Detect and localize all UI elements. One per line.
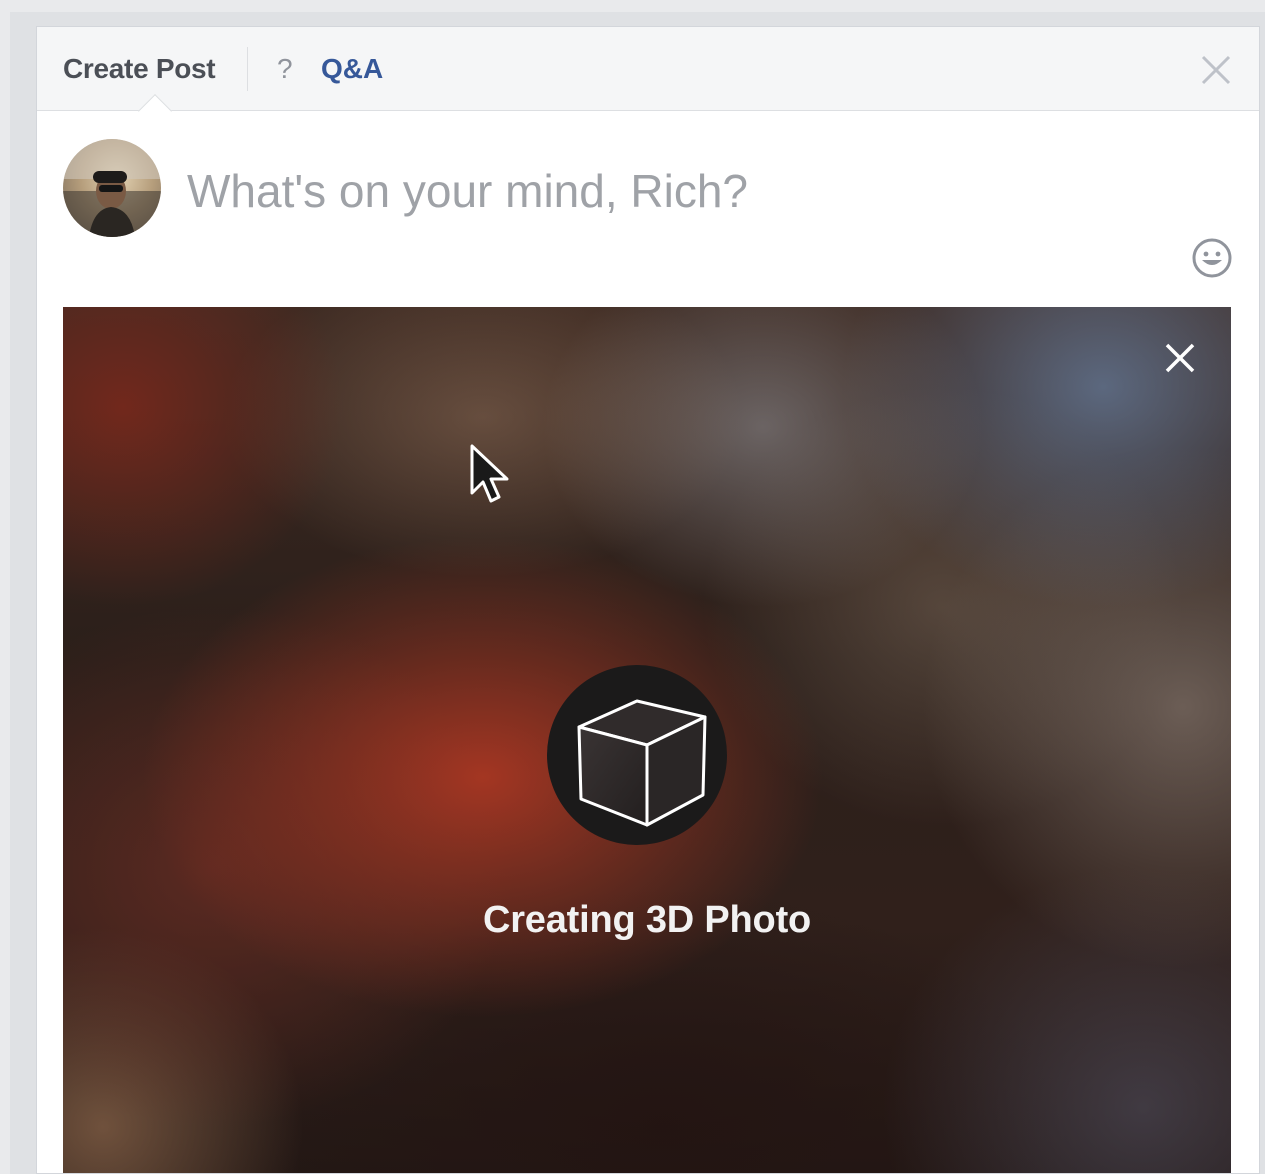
mouse-cursor-icon: [469, 443, 511, 509]
photo-preview: Creating 3D Photo: [63, 307, 1231, 1173]
emoji-button[interactable]: [1191, 237, 1233, 279]
avatar[interactable]: [63, 139, 161, 237]
question-icon: ?: [277, 53, 293, 84]
composer-input[interactable]: [187, 161, 1087, 221]
tab-divider: [247, 47, 248, 91]
dialog-header: Create Post ? Q&A: [37, 27, 1259, 111]
remove-photo-button[interactable]: [1163, 341, 1197, 375]
close-icon: [1201, 55, 1231, 85]
tab-qa[interactable]: Q&A: [321, 53, 383, 85]
cube-icon: [577, 699, 707, 827]
avatar-photo: [63, 139, 161, 237]
create-post-dialog: Create Post ? Q&A What's on your mind, R…: [36, 26, 1260, 1174]
close-icon: [1165, 343, 1195, 373]
emoji-icon: [1192, 238, 1232, 278]
close-dialog-button[interactable]: [1199, 53, 1233, 87]
tab-create-post[interactable]: Create Post: [63, 53, 216, 85]
status-text: Creating 3D Photo: [482, 899, 812, 941]
processing-badge: [547, 665, 727, 845]
